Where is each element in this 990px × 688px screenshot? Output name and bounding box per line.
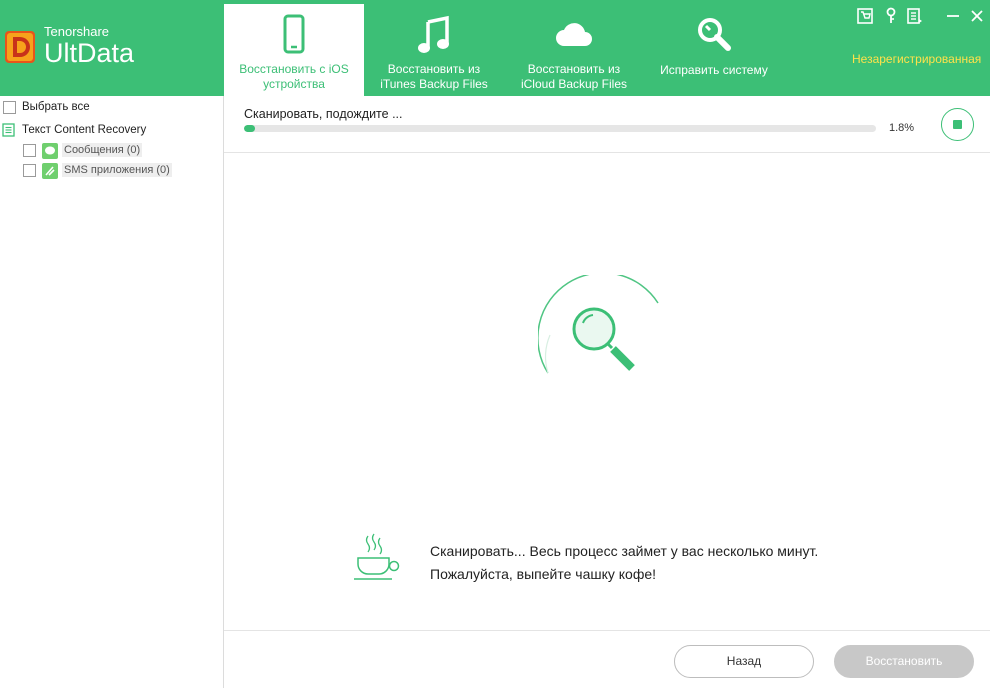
sms-apps-checkbox[interactable] [23, 164, 36, 177]
sidebar-item-sms-apps[interactable]: SMS приложения (0) [62, 163, 172, 177]
select-all-checkbox[interactable] [3, 101, 16, 114]
unregistered-link[interactable]: Незарегистрированная [852, 52, 981, 66]
scan-message-line-2: Пожалуйста, выпейте чашку кофе! [430, 566, 657, 582]
brand-product-name: UltData [44, 38, 135, 68]
progress-bar [244, 125, 876, 132]
scan-message-line-1: Сканировать... Весь процесс займет у вас… [430, 543, 819, 559]
header-bar: Tenorshare UltData Восстановить с iOS ус… [0, 0, 990, 96]
stop-scan-button[interactable] [941, 108, 974, 141]
progress-percent: 1.8% [889, 122, 915, 134]
tab-label: Восстановить с iOS устройства [239, 62, 349, 91]
wrench-icon [698, 18, 731, 51]
tab-label: Восстановить из iCloud Backup Files [520, 62, 628, 91]
phone-icon [283, 14, 305, 54]
tab-repair-system[interactable]: Исправить систему [644, 4, 784, 96]
scanning-magnifier-icon [538, 275, 659, 374]
tab-label: Восстановить из iTunes Backup Files [380, 62, 488, 91]
close-icon[interactable] [968, 7, 986, 25]
tab-recover-icloud[interactable]: Восстановить из iCloud Backup Files [504, 4, 644, 96]
minimize-icon[interactable] [944, 7, 962, 25]
progress-bar-fill [244, 125, 256, 132]
back-button[interactable]: Назад [674, 645, 814, 678]
document-list-icon [2, 123, 15, 137]
footer-bar: Назад Восстановить [224, 630, 990, 688]
ultdata-logo-icon [5, 31, 35, 63]
coffee-cup-icon [354, 533, 400, 580]
select-all-label: Выбрать все [22, 101, 90, 113]
tab-recover-itunes[interactable]: Восстановить из iTunes Backup Files [364, 4, 504, 96]
messages-checkbox[interactable] [23, 144, 36, 157]
scan-progress-panel: Сканировать, подождите ... 1.8% [224, 96, 990, 153]
sms-apps-icon [42, 163, 58, 179]
category-text-recovery[interactable]: Текст Content Recovery [22, 124, 146, 136]
tab-label: Исправить систему [660, 63, 768, 77]
cloud-icon [556, 23, 592, 46]
recover-button[interactable]: Восстановить [834, 645, 974, 678]
progress-status-text: Сканировать, подождите ... [244, 107, 403, 121]
messages-icon [42, 143, 58, 159]
tab-recover-ios-device[interactable]: Восстановить с iOS устройства [224, 4, 364, 96]
brand-company: Tenorshare [44, 24, 110, 39]
menu-list-icon[interactable] [906, 7, 924, 25]
stop-icon [953, 120, 962, 129]
key-icon[interactable] [882, 7, 900, 25]
sidebar: Выбрать все Текст Content Recovery Сообщ… [0, 96, 224, 688]
sidebar-item-messages[interactable]: Сообщения (0) [62, 143, 143, 157]
cart-icon[interactable] [856, 7, 874, 25]
music-note-icon [418, 15, 449, 53]
